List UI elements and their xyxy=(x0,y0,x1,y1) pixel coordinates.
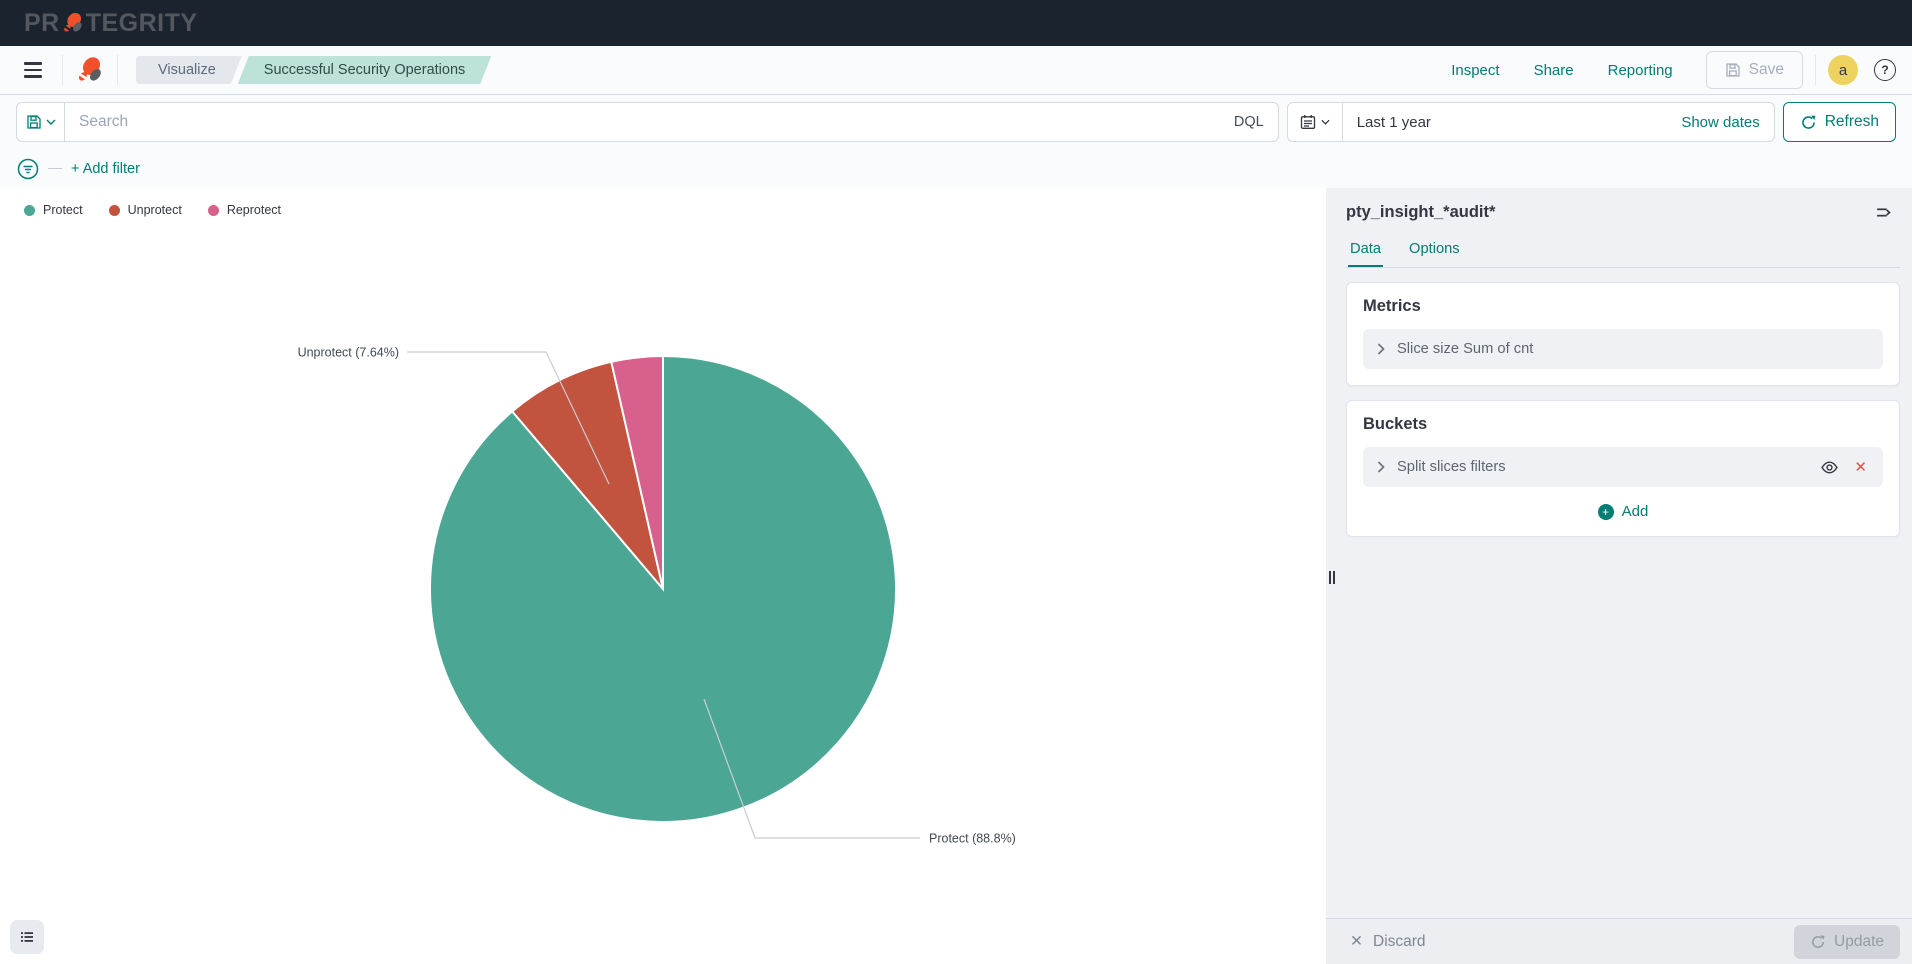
metrics-heading: Metrics xyxy=(1363,297,1421,315)
content-area: Protect Unprotect Reprotect Unprotect (7… xyxy=(0,188,1912,964)
show-dates-button[interactable]: Show dates xyxy=(1667,114,1773,131)
plus-circle-icon: + xyxy=(1597,503,1614,520)
divider xyxy=(1815,55,1816,85)
list-icon xyxy=(21,932,33,942)
metrics-card: Metrics Slice size Sum of cnt xyxy=(1346,282,1900,386)
panel-footer: ✕ Discard Update xyxy=(1326,918,1912,964)
chevron-down-icon xyxy=(46,119,55,125)
legend-item-unprotect[interactable]: Unprotect xyxy=(108,203,182,217)
app-header: Visualize Successful Security Operations… xyxy=(0,46,1912,95)
timerange-value[interactable]: Last 1 year xyxy=(1343,114,1445,131)
chevron-right-icon xyxy=(1377,461,1385,473)
refresh-button[interactable]: Refresh xyxy=(1782,102,1896,142)
query-language-button[interactable]: DQL xyxy=(1220,114,1278,130)
metric-row-slice-size[interactable]: Slice size Sum of cnt xyxy=(1363,329,1883,369)
legend-item-reprotect[interactable]: Reprotect xyxy=(207,203,281,217)
refresh-icon xyxy=(1812,934,1825,948)
toggle-visibility-eye-icon[interactable] xyxy=(1819,457,1840,478)
legend-toggle-button[interactable] xyxy=(10,920,44,954)
tab-options[interactable]: Options xyxy=(1407,237,1462,267)
search-box: DQL xyxy=(16,102,1279,142)
chart-legend: Protect Unprotect Reprotect xyxy=(24,203,281,217)
bucket-row-split-slices[interactable]: Split slices filters ✕ xyxy=(1363,447,1883,487)
menu-icon[interactable] xyxy=(16,53,50,87)
filter-icon[interactable] xyxy=(17,158,39,180)
app-page: PR TEGRITY Visualize Successful Security… xyxy=(0,0,1912,964)
buckets-card: Buckets Split slices filters ✕ + Add xyxy=(1346,400,1900,537)
update-button[interactable]: Update xyxy=(1794,924,1900,959)
legend-item-protect[interactable]: Protect xyxy=(24,203,83,217)
panel-resize-handle[interactable] xyxy=(1329,571,1335,584)
add-filter-button[interactable]: + Add filter xyxy=(71,161,140,177)
protegrity-logo-icon xyxy=(60,11,85,35)
inspect-button[interactable]: Inspect xyxy=(1451,62,1499,79)
buckets-heading: Buckets xyxy=(1363,415,1428,433)
close-icon: ✕ xyxy=(1350,933,1363,950)
index-pattern-title: pty_insight_*audit* xyxy=(1346,203,1496,221)
calendar-button[interactable] xyxy=(1288,103,1343,141)
date-picker: Last 1 year Show dates xyxy=(1286,102,1775,142)
chevron-down-icon xyxy=(1321,119,1330,125)
visualization-panel: Protect Unprotect Reprotect Unprotect (7… xyxy=(0,188,1326,964)
legend-dot-unprotect xyxy=(108,204,120,216)
brand-text-suffix: TEGRITY xyxy=(85,8,198,37)
legend-dot-protect xyxy=(24,204,35,216)
brand-text-prefix: PR xyxy=(24,8,60,37)
add-bucket-button[interactable]: + Add xyxy=(1597,503,1648,520)
calendar-icon xyxy=(1300,115,1315,129)
filter-bar: + Add filter xyxy=(0,149,1912,188)
avatar[interactable]: a xyxy=(1828,55,1858,85)
save-button[interactable]: Save xyxy=(1705,51,1803,89)
save-icon xyxy=(1726,63,1740,77)
query-bar: DQL Last 1 year Show dates xyxy=(0,95,1912,149)
divider xyxy=(117,55,118,85)
protegrity-logo: PR TEGRITY xyxy=(24,9,198,38)
legend-dot-reprotect xyxy=(207,204,219,216)
app-logo-icon xyxy=(75,55,105,85)
help-icon[interactable]: ? xyxy=(1874,59,1896,81)
refresh-icon xyxy=(1801,114,1816,129)
discard-button[interactable]: ✕ Discard xyxy=(1350,932,1426,951)
search-input[interactable] xyxy=(65,103,1220,141)
pie-slice-callout-label: Unprotect (7.64%) xyxy=(298,346,399,360)
remove-bucket-icon[interactable]: ✕ xyxy=(1852,456,1869,478)
chevron-right-icon xyxy=(1377,343,1385,355)
editor-side-panel: pty_insight_*audit* Data Options Metrics xyxy=(1326,188,1912,964)
breadcrumb-current-page: Successful Security Operations xyxy=(238,56,491,84)
reporting-button[interactable]: Reporting xyxy=(1608,62,1673,79)
breadcrumb-visualize[interactable]: Visualize xyxy=(136,56,242,84)
breadcrumb: Visualize Successful Security Operations xyxy=(136,56,491,84)
saved-query-icon xyxy=(26,115,41,129)
saved-query-button[interactable] xyxy=(17,103,65,141)
pie-chart: Unprotect (7.64%) Protect (88.8%) xyxy=(298,346,1016,846)
panel-tabs: Data Options xyxy=(1346,237,1900,268)
tab-data[interactable]: Data xyxy=(1348,237,1383,267)
divider xyxy=(62,55,63,85)
share-button[interactable]: Share xyxy=(1534,62,1574,79)
brand-bar: PR TEGRITY xyxy=(0,0,1912,46)
filter-separator xyxy=(48,167,62,170)
pie-slice-callout-label: Protect (88.8%) xyxy=(929,832,1016,846)
collapse-panel-icon[interactable] xyxy=(1873,202,1894,223)
